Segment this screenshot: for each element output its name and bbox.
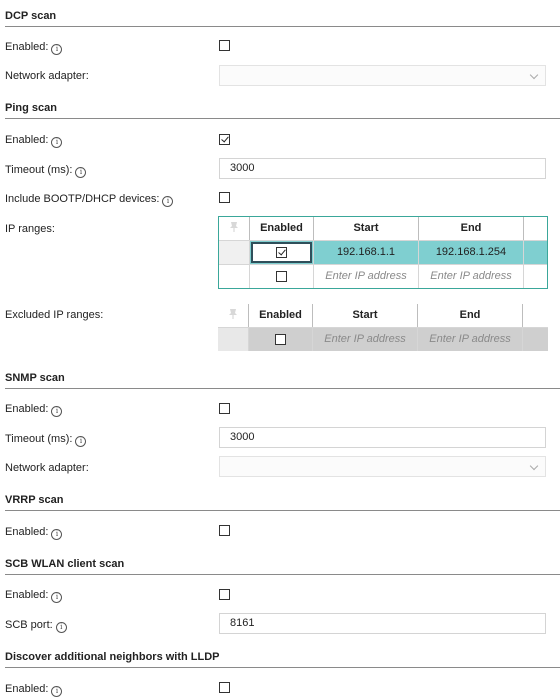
enabled-column-header[interactable]: Enabled bbox=[249, 304, 313, 327]
row-start-cell[interactable]: 192.168.1.1 bbox=[314, 241, 419, 264]
enabled-column-header[interactable]: Enabled bbox=[250, 217, 314, 240]
start-column-header[interactable]: Start bbox=[313, 304, 418, 327]
ip-ranges-label: IP ranges: bbox=[5, 223, 55, 235]
row-end-cell[interactable]: Enter IP address bbox=[418, 328, 523, 351]
info-icon[interactable]: i bbox=[75, 436, 87, 447]
vrrp-section-title: VRRP scan bbox=[5, 494, 560, 511]
chevron-down-icon bbox=[529, 461, 539, 471]
scb-port-input[interactable]: 8161 bbox=[219, 613, 546, 634]
pin-icon[interactable] bbox=[227, 308, 239, 320]
row-start-cell[interactable]: Enter IP address bbox=[314, 265, 419, 288]
snmp-enabled-label: Enabled: i bbox=[5, 403, 63, 417]
row-spacer bbox=[524, 241, 547, 264]
ping-enabled-checkbox[interactable] bbox=[219, 134, 230, 145]
info-icon[interactable]: i bbox=[51, 592, 63, 603]
row-enabled-cell[interactable] bbox=[249, 328, 313, 351]
end-column-header[interactable]: End bbox=[418, 304, 523, 327]
row-handle[interactable] bbox=[219, 265, 250, 288]
scb-port-label: SCB port: i bbox=[5, 619, 67, 633]
start-column-header[interactable]: Start bbox=[314, 217, 419, 240]
dcp-adapter-label: Network adapter: bbox=[5, 70, 89, 82]
row-enabled-cell[interactable] bbox=[250, 265, 314, 288]
snmp-timeout-input[interactable]: 3000 bbox=[219, 427, 546, 448]
lldp-enabled-checkbox[interactable] bbox=[219, 682, 230, 693]
info-icon[interactable]: i bbox=[162, 196, 174, 207]
ip-ranges-table[interactable]: Enabled Start End 192.168.1.1 192.168.1.… bbox=[218, 216, 548, 289]
vrrp-enabled-checkbox[interactable] bbox=[219, 525, 230, 536]
ping-section-title: Ping scan bbox=[5, 102, 560, 119]
row-enabled-checkbox[interactable] bbox=[276, 271, 287, 282]
row-handle[interactable] bbox=[219, 241, 250, 264]
ping-bootp-checkbox[interactable] bbox=[219, 192, 230, 203]
header-spacer bbox=[523, 304, 546, 327]
header-spacer bbox=[524, 217, 547, 240]
ping-timeout-label: Timeout (ms): i bbox=[5, 164, 87, 178]
dcp-section-title: DCP scan bbox=[5, 10, 560, 27]
info-icon[interactable]: i bbox=[75, 167, 87, 178]
snmp-adapter-label: Network adapter: bbox=[5, 462, 89, 474]
pin-column[interactable] bbox=[218, 304, 249, 327]
dcp-enabled-label: Enabled: i bbox=[5, 41, 63, 55]
row-enabled-checkbox[interactable] bbox=[275, 334, 286, 345]
ping-enabled-label: Enabled: i bbox=[5, 134, 63, 148]
row-end-cell[interactable]: Enter IP address bbox=[419, 265, 524, 288]
row-spacer bbox=[524, 265, 547, 288]
row-handle[interactable] bbox=[218, 328, 249, 351]
snmp-adapter-select[interactable] bbox=[219, 456, 546, 477]
pin-icon[interactable] bbox=[228, 221, 240, 233]
info-icon[interactable]: i bbox=[51, 137, 63, 148]
table-row[interactable]: Enter IP address Enter IP address bbox=[218, 327, 548, 351]
lldp-enabled-label: Enabled: i bbox=[5, 683, 63, 697]
pin-column[interactable] bbox=[219, 217, 250, 240]
row-spacer bbox=[523, 328, 546, 351]
dcp-adapter-select[interactable] bbox=[219, 65, 546, 86]
scb-enabled-checkbox[interactable] bbox=[219, 589, 230, 600]
ping-timeout-input[interactable]: 3000 bbox=[219, 158, 546, 179]
row-start-cell[interactable]: Enter IP address bbox=[313, 328, 418, 351]
ip-ranges-header: Enabled Start End bbox=[219, 217, 547, 240]
table-row[interactable]: 192.168.1.1 192.168.1.254 bbox=[219, 240, 547, 264]
row-enabled-checkbox[interactable] bbox=[276, 247, 287, 258]
ping-bootp-label: Include BOOTP/DHCP devices: i bbox=[5, 193, 174, 207]
scb-section-title: SCB WLAN client scan bbox=[5, 558, 560, 575]
dcp-enabled-checkbox[interactable] bbox=[219, 40, 230, 51]
table-row[interactable]: Enter IP address Enter IP address bbox=[219, 264, 547, 288]
info-icon[interactable]: i bbox=[55, 622, 67, 633]
info-icon[interactable]: i bbox=[51, 529, 63, 540]
excluded-ranges-header: Enabled Start End bbox=[218, 304, 548, 327]
row-end-cell[interactable]: 192.168.1.254 bbox=[419, 241, 524, 264]
end-column-header[interactable]: End bbox=[419, 217, 524, 240]
scb-enabled-label: Enabled: i bbox=[5, 589, 63, 603]
chevron-down-icon bbox=[529, 70, 539, 80]
excluded-ranges-label: Excluded IP ranges: bbox=[5, 309, 104, 321]
snmp-section-title: SNMP scan bbox=[5, 372, 560, 389]
vrrp-enabled-label: Enabled: i bbox=[5, 526, 63, 540]
info-icon[interactable]: i bbox=[51, 406, 63, 417]
info-icon[interactable]: i bbox=[51, 686, 63, 697]
lldp-section-title: Discover additional neighbors with LLDP bbox=[5, 651, 560, 668]
excluded-ranges-table[interactable]: Enabled Start End Enter IP address Enter… bbox=[218, 304, 548, 351]
snmp-enabled-checkbox[interactable] bbox=[219, 403, 230, 414]
info-icon[interactable]: i bbox=[51, 44, 63, 55]
snmp-timeout-label: Timeout (ms): i bbox=[5, 433, 87, 447]
row-enabled-cell[interactable] bbox=[250, 241, 314, 264]
